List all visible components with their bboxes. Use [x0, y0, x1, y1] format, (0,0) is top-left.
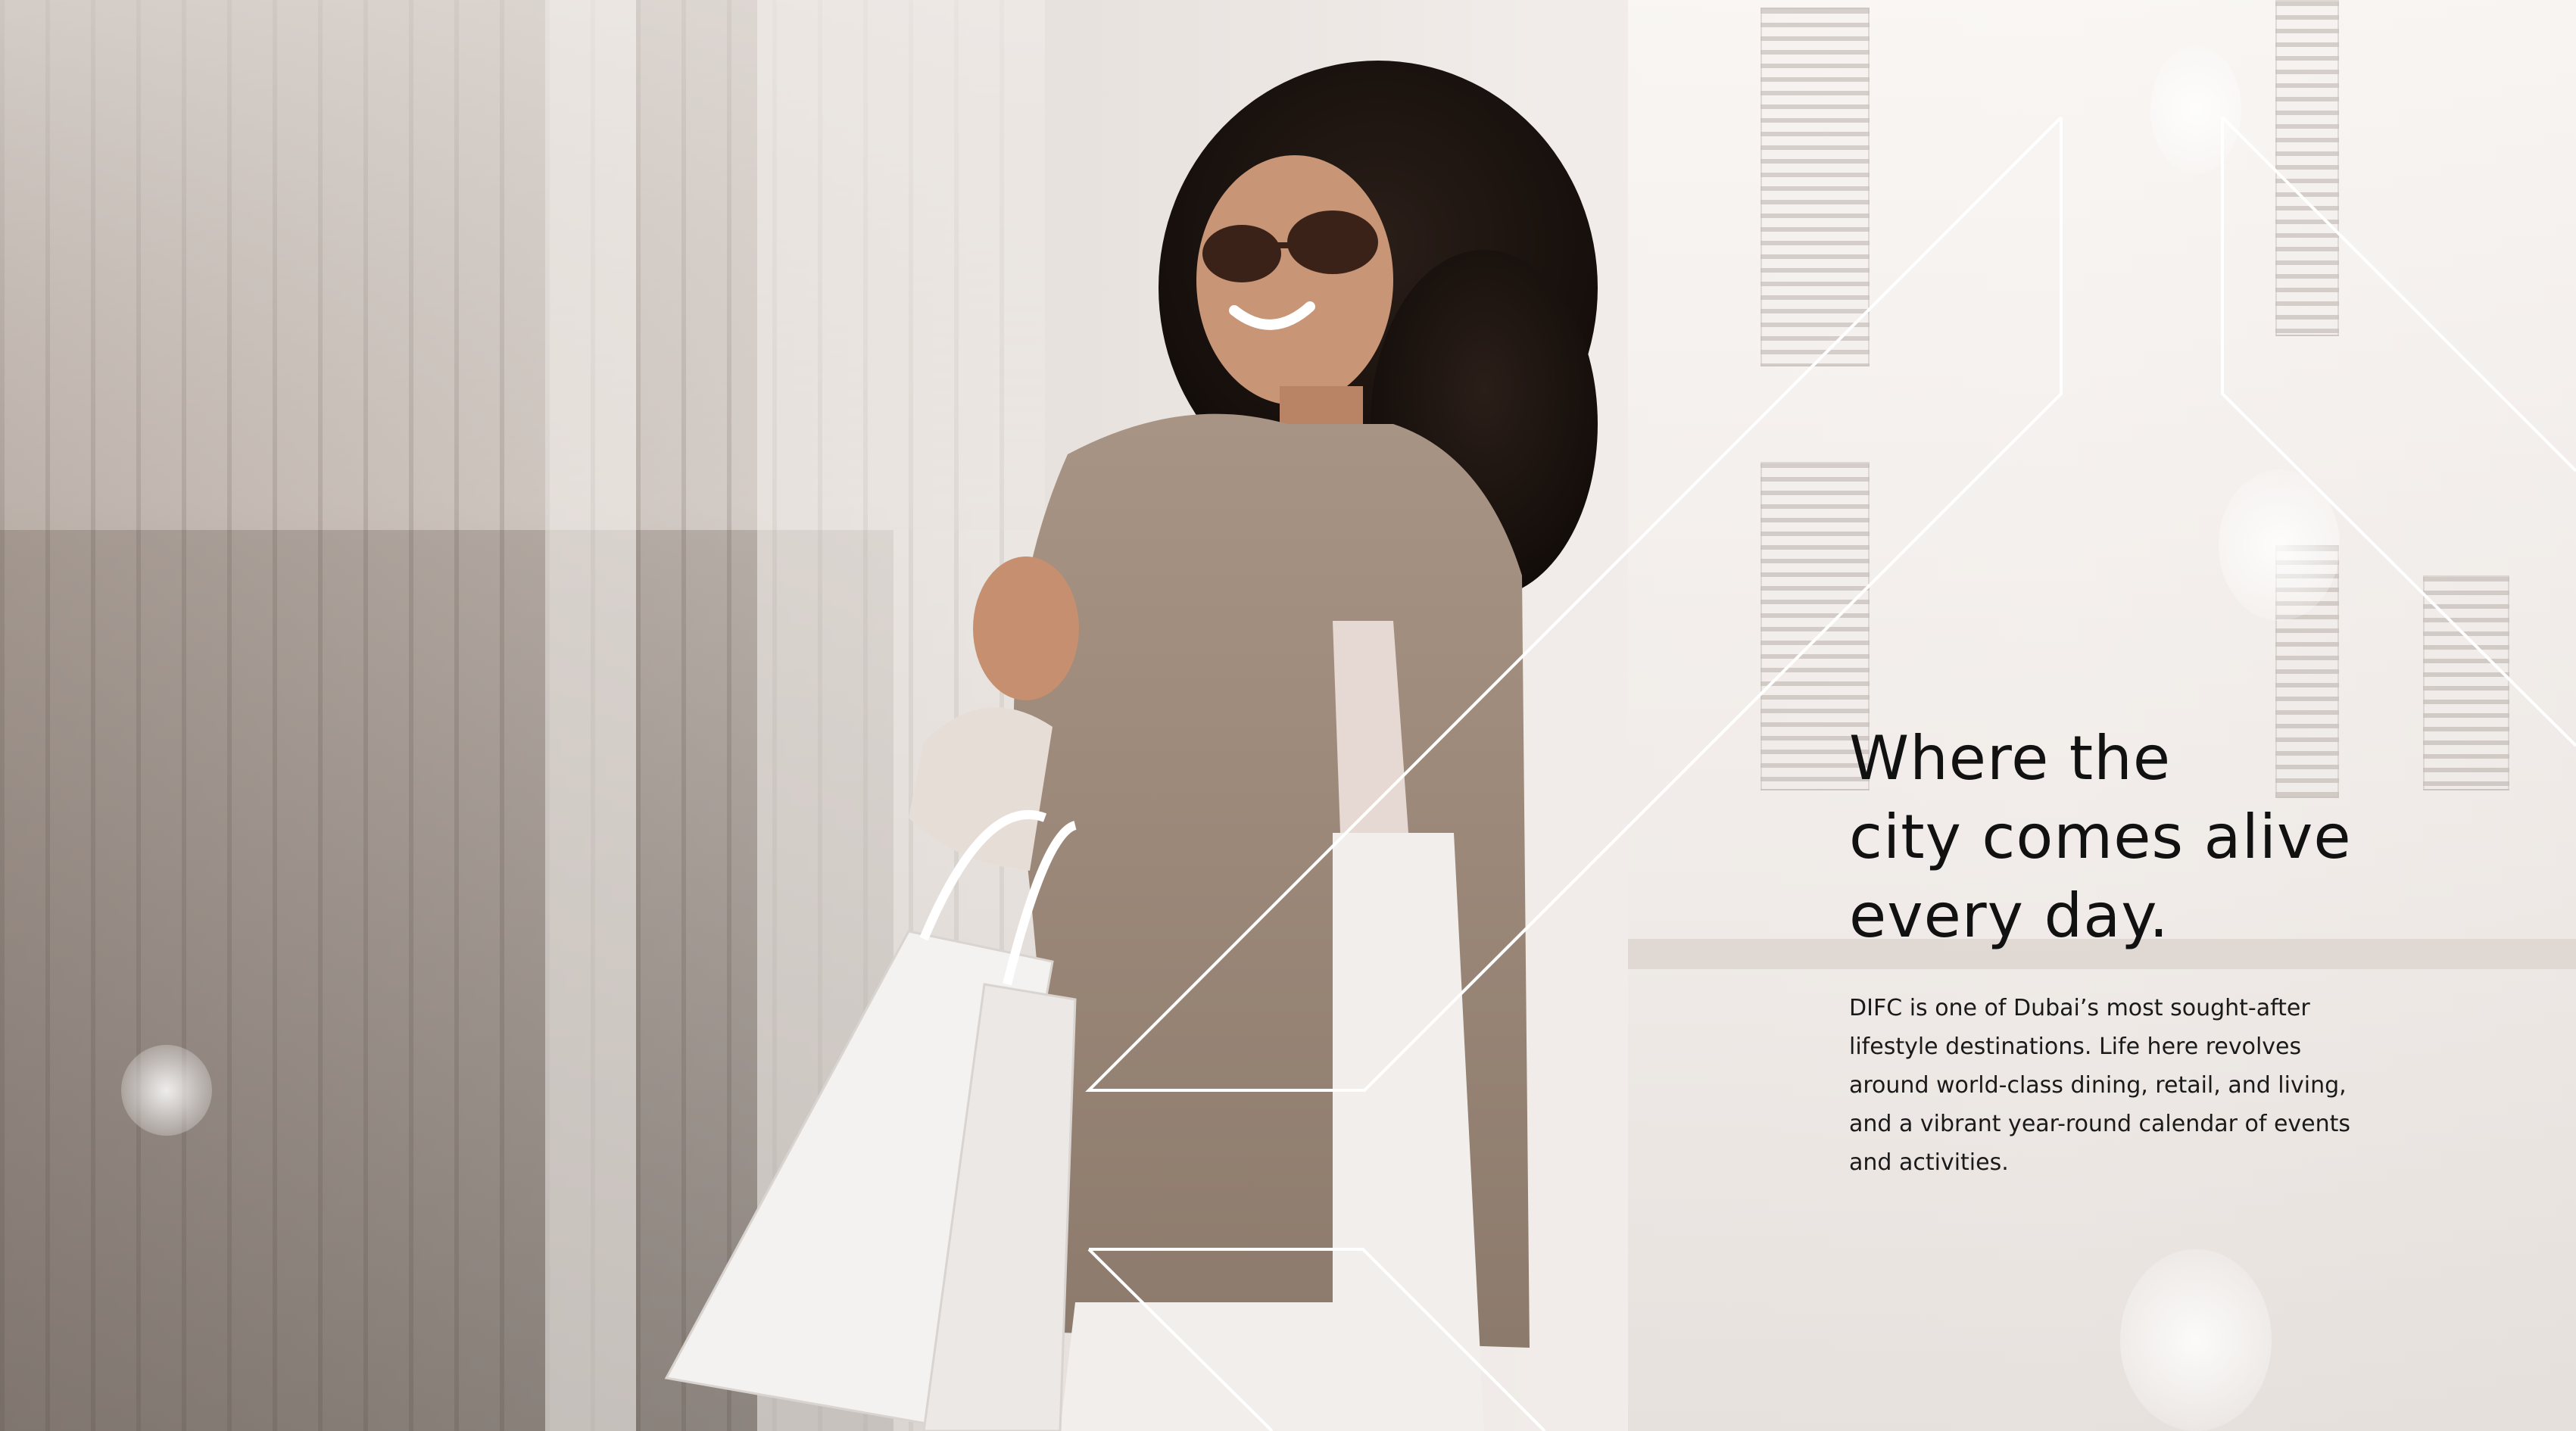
body-line: lifestyle destinations. Life here revolv… — [1849, 1034, 2302, 1060]
body-line: around world-class dining, retail, and l… — [1849, 1072, 2347, 1099]
decorative-geometric-lines — [1085, 116, 2576, 1431]
headline-line: Where the — [1849, 723, 2172, 793]
headline-line: city comes alive — [1849, 802, 2352, 872]
geometric-line-bottom-inner — [1087, 1248, 1274, 1431]
headline-line: every day. — [1849, 881, 2169, 951]
geometric-line-bottom — [1089, 1248, 1546, 1431]
body-paragraph: DIFC is one of Dubai’s most sought-after… — [1849, 989, 2425, 1182]
body-line: DIFC is one of Dubai’s most sought-after — [1849, 995, 2310, 1021]
body-line: and a vibrant year-round calendar of eve… — [1849, 1111, 2351, 1137]
brochure-page: Where the city comes alive every day. DI… — [0, 0, 2576, 1431]
geometric-line-right-outer — [2221, 117, 2576, 747]
geometric-line-right-inner — [2221, 116, 2576, 472]
text-block: Where the city comes alive every day. DI… — [1849, 719, 2425, 1182]
body-line: and activities. — [1849, 1149, 2009, 1176]
headline: Where the city comes alive every day. — [1849, 719, 2425, 956]
